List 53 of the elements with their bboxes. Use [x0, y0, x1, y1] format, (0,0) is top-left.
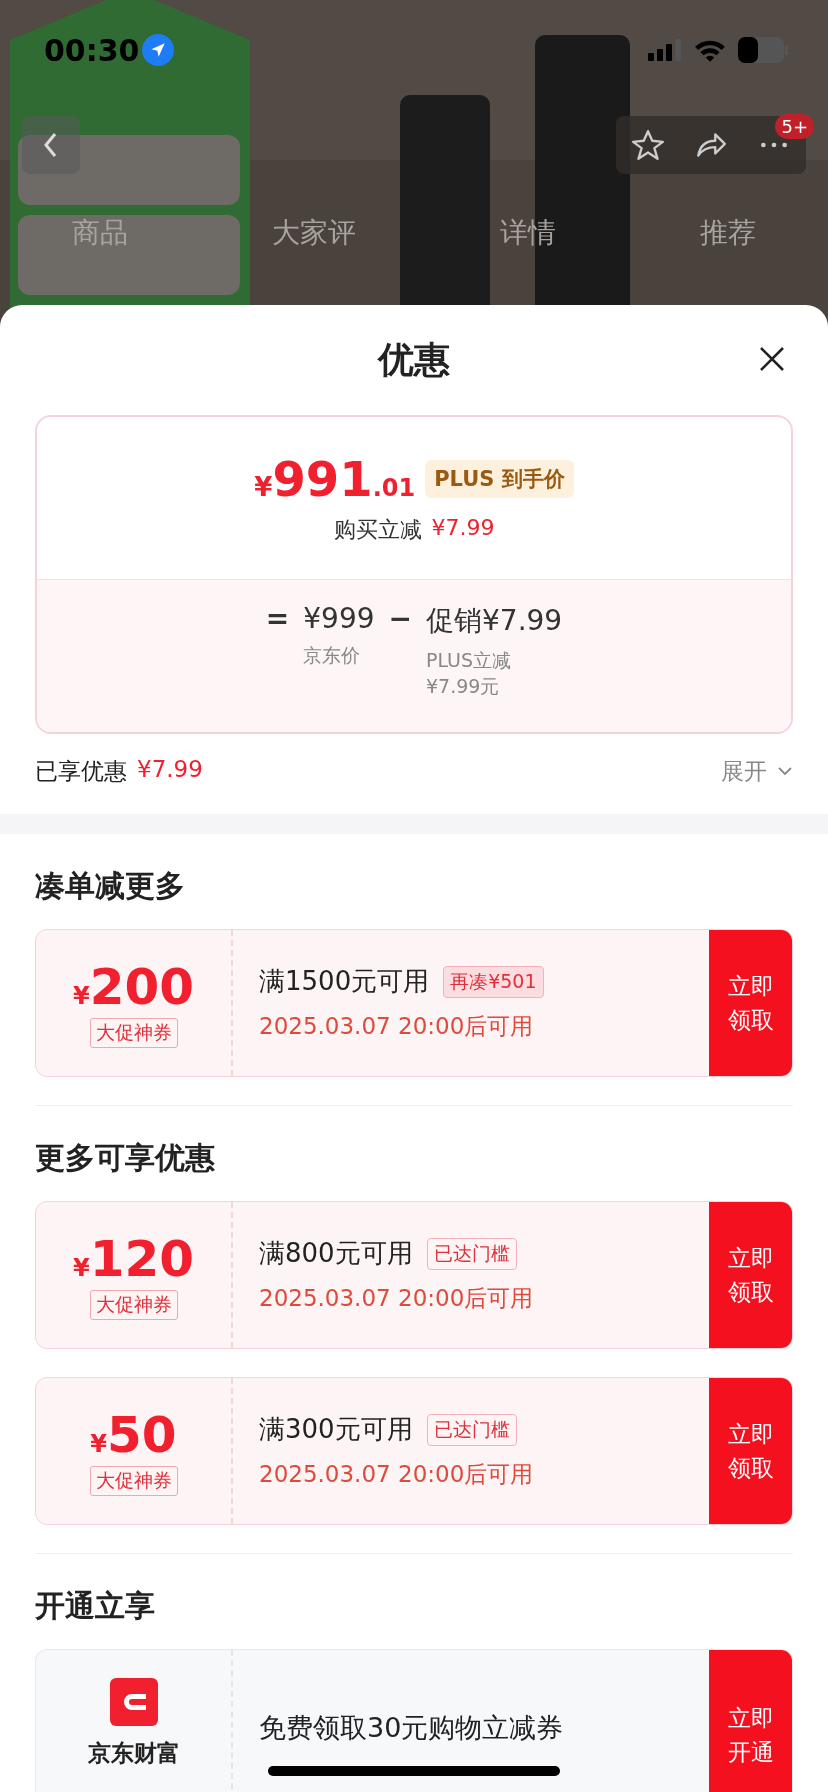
coupon-time: 2025.03.07 20:00后可用 [259, 1284, 535, 1313]
finance-logo-icon [109, 1678, 158, 1726]
coupon-condition: 满1500元可用 [259, 965, 430, 998]
claim-button[interactable]: 立即领取 [709, 1378, 792, 1524]
open-button[interactable]: 立即开通 [709, 1650, 792, 1792]
claim-button[interactable]: 立即领取 [709, 1202, 792, 1348]
coupon-condition: 满800元可用 [259, 1237, 413, 1270]
price-term: 促销¥7.99 [426, 603, 563, 639]
coupon-tag: 大促神券 [89, 1290, 178, 1320]
service-text: 免费领取30元购物立减券 [259, 1711, 565, 1745]
enjoyed-amount: ¥7.99 [137, 755, 203, 784]
enjoyed-label: 已享优惠 [35, 756, 127, 786]
battery-icon [738, 37, 788, 63]
final-price: ¥991.01 [254, 451, 416, 507]
term-note: 京东价 [303, 643, 362, 668]
coupon-condition: 满300元可用 [259, 1413, 413, 1446]
star-icon[interactable] [630, 128, 665, 162]
tab[interactable]: 商品 [62, 210, 138, 256]
coupon-amount: ¥50 [90, 1406, 177, 1464]
notification-badge: 5+ [775, 114, 814, 139]
section-title: 更多可享优惠 [35, 1139, 216, 1177]
tab[interactable]: 推荐 [690, 210, 766, 256]
section-title: 凑单减更多 [35, 867, 186, 905]
price-term: ¥999 [303, 602, 375, 635]
status-time: 00:30 [44, 32, 140, 68]
back-button[interactable] [22, 116, 80, 174]
close-icon[interactable] [758, 345, 786, 373]
coupon-amount: ¥200 [72, 958, 195, 1016]
operator-sign: − [388, 602, 412, 637]
price-tag: PLUS 到手价 [425, 460, 574, 498]
reduce-label: 购买立减 [333, 516, 422, 544]
tab[interactable]: 大家评 [262, 210, 366, 256]
coupon-badge: 已达门槛 [426, 1413, 517, 1446]
reduce-amount: ¥7.99 [431, 515, 495, 542]
coupon-tag: 大促神券 [89, 1018, 178, 1048]
signal-icon [648, 39, 682, 61]
chevron-icon [777, 766, 793, 776]
location-icon [141, 34, 174, 66]
coupon-amount: ¥120 [72, 1230, 195, 1288]
claim-button[interactable]: 立即领取 [709, 930, 792, 1076]
term-note: PLUS立减 ¥7.99元 [426, 648, 513, 699]
coupon-time: 2025.03.07 20:00后可用 [259, 1460, 535, 1489]
sheet-title: 优惠 [378, 337, 450, 382]
operator-sign: = [265, 602, 290, 637]
wifi-icon [694, 38, 726, 62]
coupon-badge: 再凑¥501 [443, 965, 544, 998]
section-title: 开通立享 [35, 1587, 156, 1625]
coupon-time: 2025.03.07 20:00后可用 [259, 1012, 535, 1041]
coupon-badge: 已达门槛 [426, 1237, 517, 1270]
expand-button[interactable]: 展开 [721, 755, 793, 787]
tab[interactable]: 详情 [490, 210, 566, 256]
coupon-tag: 大促神券 [89, 1466, 178, 1496]
brand-name: 京东财富 [87, 1739, 180, 1768]
